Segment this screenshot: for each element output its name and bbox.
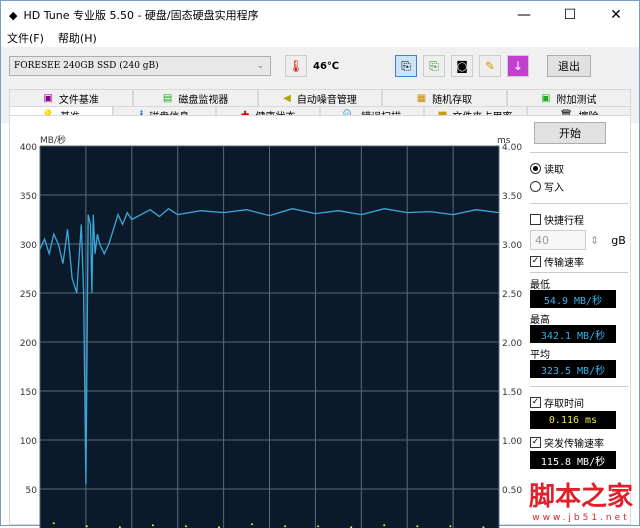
window-title: HD Tune 专业版 5.50 - 硬盘/固态硬盘实用程序 [23,9,259,22]
avg-label: 平均 [530,350,550,361]
speaker-icon: ◀ [283,92,291,104]
title-bar: ◆ HD Tune 专业版 5.50 - 硬盘/固态硬盘实用程序 — ☐ ✕ [1,1,639,29]
spinner-icon[interactable]: ⇕ [590,234,599,247]
checkbox-checked: ✓ [530,436,541,448]
access-time-checkbox[interactable]: ✓ 存取时间 [530,393,628,411]
menu-file[interactable]: 文件(F) [7,30,44,46]
extra-icon: ▣ [541,92,551,104]
camera-button[interactable]: ◙ [451,55,474,77]
tab-label: 磁盘监视器 [178,94,229,106]
tab-disk-monitor[interactable]: ▤ 磁盘监视器 [133,89,258,106]
stroke-input[interactable]: 40 [530,230,586,250]
file-icon: ▣ [43,92,53,104]
y-tick-label: 50 [26,486,38,496]
y-tick-label: 250 [20,290,37,300]
minimize-button[interactable]: — [501,7,547,23]
copy-image-button[interactable]: ⎘ [423,55,446,77]
y-tick-label: 350 [20,192,37,202]
chevron-down-icon: ⌄ [256,61,264,71]
tab-label: 文件基准 [58,94,99,106]
read-label: 读取 [544,164,564,176]
watermark: 脚本之家 www.jb51.net [529,476,633,523]
max-display: 342.1 MB/秒 [530,325,616,343]
exit-button[interactable]: 退出 [547,55,592,77]
checkbox-checked: ✓ [530,255,541,267]
copy-text-button[interactable]: ⎘ [395,55,418,77]
avg-display: 323.5 MB/秒 [530,360,616,378]
y2-tick-label: 1.50 [502,388,522,398]
benchmark-panel: 400 4.00 350 3.50 300 3.00 250 2.50 200 2.00 150 1.… [9,115,631,528]
burst-rate-checkbox[interactable]: ✓ 突发传输速率 [530,433,628,451]
burst-rate-label: 突发传输速率 [544,438,604,450]
max-label: 最高 [530,315,550,326]
monitor-icon: ▤ [162,92,173,104]
y-tick-label: 200 [20,339,37,349]
start-button[interactable]: 开始 [534,122,606,144]
drive-select[interactable]: FORESEE 240GB SSD (240 gB) ⌄ [9,56,271,76]
short-stroke-checkbox[interactable]: 快捷行程 [530,210,628,228]
y2-tick-label: 0.50 [502,486,522,496]
y2-tick-label: 1.00 [502,437,522,447]
access-time-point [52,522,55,525]
short-stroke-label: 快捷行程 [544,215,584,227]
close-button[interactable]: ✕ [593,7,639,23]
maximize-button[interactable]: ☐ [547,7,593,23]
access-time-point [251,523,254,526]
drive-select-value: FORESEE 240GB SSD (240 gB) [14,61,159,71]
thermometer-icon: 🌡 [285,55,307,77]
random-icon: ▦ [416,92,427,104]
transfer-rate-label: 传输速率 [544,257,584,269]
options-button[interactable]: ✎ [479,55,502,77]
stroke-unit: gB [611,233,626,247]
burst-rate-display: 115.8 MB/秒 [530,451,616,469]
access-time-label: 存取时间 [544,398,584,410]
min-display: 54.9 MB/秒 [530,290,616,308]
min-label: 最低 [530,280,550,291]
y2-tick-label: 2.50 [502,290,522,300]
temperature: 46℃ [313,60,340,72]
tab-extra-tests[interactable]: ▣ 附加测试 [506,89,632,106]
y-tick-label: 150 [20,388,37,398]
stroke-value: 40 [535,233,549,247]
write-label: 写入 [544,182,564,194]
watermark-logo: 脚本之家 [528,482,633,512]
tab-file-benchmark[interactable]: ▣ 文件基准 [9,89,134,106]
radio-checked [530,162,541,174]
tab-aam[interactable]: ◀ 自动噪音管理 [257,89,383,106]
access-time-display: 0.116 ms [530,411,616,429]
radio-unchecked [530,180,541,192]
y2-axis-label: ms [497,136,511,146]
watermark-url: www.jb51.net [532,513,630,523]
read-radio[interactable]: 读取 [530,159,628,177]
tab-label: 随机存取 [432,94,473,106]
y2-tick-label: 2.00 [502,339,522,349]
checkbox-checked: ✓ [530,396,541,408]
menu-help[interactable]: 帮助(H) [58,30,97,46]
y2-tick-label: 3.00 [502,241,522,251]
y-tick-label: 100 [20,437,37,447]
app-icon: ◆ [9,8,18,22]
checkbox-unchecked [530,213,541,225]
write-radio[interactable]: 写入 [530,177,628,195]
y-axis-label: MB/秒 [40,134,66,146]
y2-tick-label: 3.50 [502,192,522,202]
tab-random-access[interactable]: ▦ 随机存取 [382,89,507,106]
download-button[interactable]: ↓ [507,55,530,77]
benchmark-chart: 400 4.00350 3.50300 3.00250 2.50200 2.00150 1.… [20,134,522,528]
tab-label: 附加测试 [556,94,597,106]
tab-label: 自动噪音管理 [296,94,357,106]
y-tick-label: 300 [20,241,37,251]
transfer-rate-checkbox[interactable]: ✓ 传输速率 [530,252,628,270]
y-tick-label: 400 [20,143,37,153]
